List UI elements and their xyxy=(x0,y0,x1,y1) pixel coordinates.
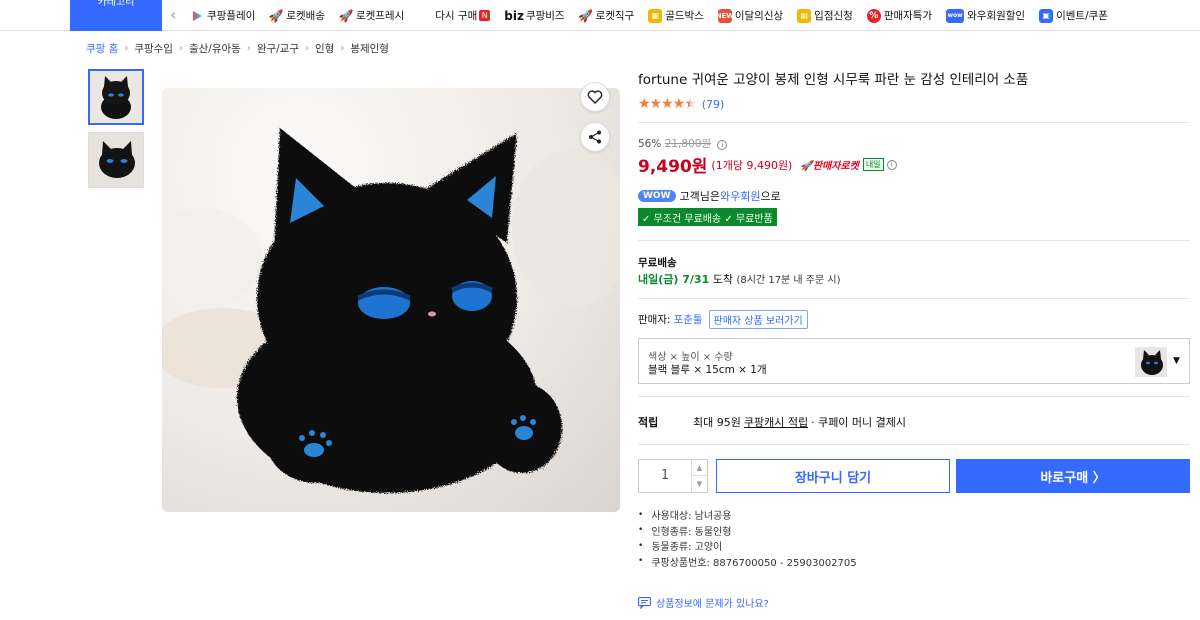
product-title: fortune 귀여운 고양이 봉제 인형 시무룩 파란 눈 감성 인테리어 소… xyxy=(638,72,1029,88)
arrival-info: 내일(금) 7/31 도착 (8시간 17분 내 주문 시) xyxy=(638,273,841,286)
percent-icon: % xyxy=(866,8,881,23)
seller-products-button[interactable]: 판매자 상품 보러가기 xyxy=(708,310,808,329)
product-rating[interactable]: ★★★★★ (79) xyxy=(638,96,724,112)
chevron-left-icon[interactable]: ‹ xyxy=(170,5,184,25)
nav-item-rocket-delivery[interactable]: 🚀 로켓배송 xyxy=(269,8,325,23)
buy-now-button[interactable]: 바로구매 〉 xyxy=(956,459,1190,493)
nav-item-rocket-global[interactable]: 🚀 로켓직구 xyxy=(578,8,634,23)
quantity-stepper[interactable]: 1 ▲ ▼ xyxy=(638,459,708,493)
coupang-cash-link[interactable]: 쿠팡캐시 적립 xyxy=(744,414,808,430)
breadcrumb-item[interactable]: 쿠팡수입 xyxy=(134,41,173,56)
original-price: 21,800원 xyxy=(664,138,712,150)
cat-thumbnail-image xyxy=(90,71,142,123)
rocket-global-icon: 🚀 xyxy=(578,8,594,23)
product-thumbnail-2[interactable] xyxy=(88,132,144,188)
attribute-item: 동물종류: 고양이 xyxy=(638,538,857,554)
chevron-right-icon: › xyxy=(246,43,251,54)
chat-icon xyxy=(638,596,651,609)
breadcrumb-item[interactable]: 봉제인형 xyxy=(350,41,389,56)
info-icon[interactable]: i xyxy=(886,159,897,170)
product-thumbnail-1[interactable] xyxy=(88,69,144,125)
store-icon: ▤ xyxy=(797,8,812,23)
product-main-image[interactable] xyxy=(162,88,620,512)
breadcrumb: 쿠팡 홈 › 쿠팡수입 › 출산/유아동 › 완구/교구 › 인형 › 봉제인형 xyxy=(86,41,389,56)
review-count[interactable]: (79) xyxy=(702,98,725,111)
category-navbar: 카테고리 ‹ 쿠팡플레이 🚀 로켓배송 🚀 로켓프레시 🛍 다시 구매 N biz 쿠팡비… xyxy=(0,0,1200,31)
repurchase-icon: 🛍 xyxy=(417,8,433,23)
nav-item-biz[interactable]: biz 쿠팡비즈 xyxy=(504,8,564,23)
chevron-right-icon: › xyxy=(340,43,345,54)
cat-thumbnail-image xyxy=(89,133,143,187)
seller-info: 판매자: 포춘툴 판매자 상품 보러가기 xyxy=(638,310,808,329)
breadcrumb-item[interactable]: 출산/유아동 xyxy=(189,41,241,56)
divider xyxy=(638,444,1190,445)
decrease-button[interactable]: ▼ xyxy=(691,476,707,492)
rocket-fresh-icon: 🚀 xyxy=(338,8,354,23)
nav-item-goldbox[interactable]: ▦ 골드박스 xyxy=(648,8,704,23)
rocket-icon: 🚀 xyxy=(268,8,284,23)
breadcrumb-item[interactable]: 인형 xyxy=(315,41,334,56)
divider xyxy=(638,122,1190,123)
divider xyxy=(638,396,1190,397)
tomorrow-tag: 내일 xyxy=(862,158,884,171)
wow-badge: WOW xyxy=(638,190,676,202)
sale-price: 9,490원 xyxy=(638,157,708,177)
nav-item-coupang-play[interactable]: 쿠팡플레이 xyxy=(190,8,255,23)
goldbox-icon: ▦ xyxy=(648,8,663,23)
attribute-item: 인형종류: 동물인형 xyxy=(638,523,857,539)
breadcrumb-home[interactable]: 쿠팡 홈 xyxy=(86,41,118,56)
nav-item-rocket-fresh[interactable]: 🚀 로켓프레시 xyxy=(338,8,404,23)
nav-item-store-apply[interactable]: ▤ 입점신청 xyxy=(797,8,853,23)
option-header: 색상 × 높이 × 수량 xyxy=(648,352,733,363)
increase-button[interactable]: ▲ xyxy=(691,460,707,476)
discount-rate: 56% xyxy=(638,138,662,150)
coupon-icon: ▣ xyxy=(1039,8,1054,23)
share-button[interactable] xyxy=(580,122,610,152)
add-to-cart-button[interactable]: 장바구니 담기 xyxy=(716,459,950,493)
quantity-input[interactable]: 1 xyxy=(639,460,691,492)
product-attributes: 사용대상: 남녀공용 인형종류: 동물인형 동물종류: 고양이 쿠팡상품번호: … xyxy=(638,507,857,570)
nav-item-repurchase[interactable]: 🛍 다시 구매 N xyxy=(417,8,491,23)
seller-name-link[interactable]: 포춘툴 xyxy=(674,312,703,327)
option-selector[interactable]: 색상 × 높이 × 수량 블랙 블루 × 15cm × 1개 ▼ xyxy=(638,338,1190,384)
chevron-right-icon: › xyxy=(178,43,183,54)
category-button[interactable]: 카테고리 xyxy=(70,0,162,31)
option-thumbnail xyxy=(1135,347,1167,377)
nav-item-new-items[interactable]: NEW 이달의신상 xyxy=(716,8,783,23)
nav-item-events-coupons[interactable]: ▣ 이벤트/쿠폰 xyxy=(1039,8,1108,23)
chevron-right-icon: › xyxy=(305,43,309,54)
unit-price: (1개당 9,490원) xyxy=(711,158,793,172)
shipping-label: 무료배송 xyxy=(638,257,677,269)
wow-member-row: WOW 고객님은 와우회원 으로 xyxy=(638,188,781,204)
breadcrumb-item[interactable]: 완구/교구 xyxy=(257,41,299,56)
free-shipping-return-badge: ✓ 무조건 무료배송 ✓ 무료반품 xyxy=(638,208,777,226)
info-icon[interactable]: i xyxy=(717,140,728,150)
new-badge: N xyxy=(479,10,491,21)
discount-info: 56% 21,800원 i xyxy=(638,136,728,151)
price-row: 9,490원 (1개당 9,490원) 🚀판매자로켓 내일 i xyxy=(638,152,897,177)
nav-menu: 쿠팡플레이 🚀 로켓배송 🚀 로켓프레시 🛍 다시 구매 N biz 쿠팡비즈 🚀 로켓직구… xyxy=(190,0,1122,31)
seller-rocket-badge: 🚀판매자로켓 xyxy=(800,161,859,172)
nav-item-seller-deals[interactable]: % 판매자특가 xyxy=(866,8,932,23)
new-item-icon: NEW xyxy=(716,8,734,23)
divider xyxy=(638,240,1190,241)
option-value: 블랙 블루 × 15cm × 1개 xyxy=(648,364,767,376)
chevron-right-icon: › xyxy=(124,43,129,54)
attribute-item: 사용대상: 남녀공용 xyxy=(638,507,857,523)
reward-point-info: 적립 최대 95원 쿠팡캐시 적립 · 쿠페이 머니 결제시 xyxy=(638,414,907,430)
biz-icon: biz xyxy=(504,8,524,23)
wow-icon: wow xyxy=(946,8,965,23)
divider xyxy=(638,298,1190,299)
caret-down-icon: ▼ xyxy=(1173,356,1180,366)
share-icon xyxy=(589,130,601,144)
play-icon xyxy=(190,9,204,23)
star-rating-icon: ★★★★★ xyxy=(638,96,697,112)
attribute-item: 쿠팡상품번호: 8876700050 - 25903002705 xyxy=(638,554,856,570)
black-cat-plush-image xyxy=(162,128,620,493)
wow-member-link[interactable]: 와우회원 xyxy=(720,188,760,204)
heart-icon xyxy=(587,90,603,104)
report-problem-link[interactable]: 상품정보에 문제가 있나요? xyxy=(638,595,769,610)
wishlist-button[interactable] xyxy=(580,82,610,112)
nav-item-wow-discount[interactable]: wow 와우회원할인 xyxy=(946,8,1025,23)
